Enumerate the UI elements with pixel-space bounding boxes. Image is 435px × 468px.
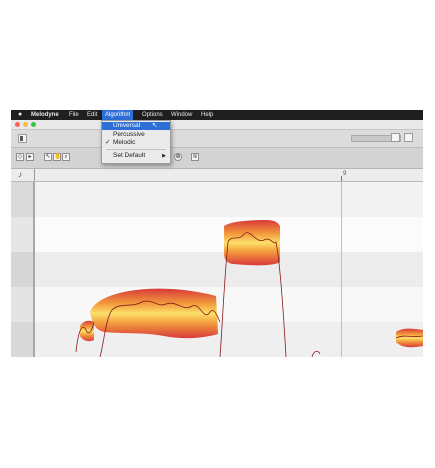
note-blob bbox=[80, 320, 94, 342]
bar-number-label: 9 bbox=[343, 171, 347, 177]
pitch-blobs[interactable] bbox=[34, 182, 423, 357]
menu-options[interactable]: Options bbox=[142, 110, 163, 120]
timeline-ruler[interactable]: ♪ 9 bbox=[11, 169, 423, 182]
menu-item-universal[interactable]: Universal ↖ bbox=[102, 122, 170, 130]
pitch-curve bbox=[311, 350, 321, 357]
algorithm-menu: Universal ↖ Percussive ✓ Melodic Set Def… bbox=[101, 120, 171, 164]
submenu-arrow-icon: ▶ bbox=[162, 153, 166, 159]
pitch-tool-icon[interactable]: ◇ bbox=[16, 153, 24, 161]
pointer-cursor-icon: ↖ bbox=[152, 122, 158, 129]
sidebar-toggle-button[interactable] bbox=[18, 134, 27, 143]
melodyne-window: ● Melodyne File Edit Algorithm Options W… bbox=[11, 110, 423, 357]
menu-item-set-default[interactable]: Set Default ▶ bbox=[102, 152, 170, 160]
menu-bar: ● Melodyne File Edit Algorithm Options W… bbox=[11, 110, 423, 120]
menu-edit[interactable]: Edit bbox=[87, 110, 97, 120]
menu-window[interactable]: Window bbox=[171, 110, 192, 120]
menu-item-melodic[interactable]: ✓ Melodic bbox=[102, 139, 170, 147]
minimize-window-button[interactable] bbox=[23, 122, 28, 127]
note-blob bbox=[90, 288, 218, 339]
menu-help[interactable]: Help bbox=[201, 110, 213, 120]
menu-item-label: Percussive bbox=[113, 131, 145, 138]
note-editor[interactable] bbox=[34, 182, 423, 357]
window-title-bar bbox=[11, 120, 423, 130]
tools-toolbar: ◇ ▸ ↖ ✋ ⌕ ⊕ ≋ bbox=[11, 148, 423, 169]
apple-icon[interactable]: ● bbox=[18, 110, 22, 120]
zoom-window-button[interactable] bbox=[31, 122, 36, 127]
pitch-ruler[interactable] bbox=[11, 182, 34, 357]
note-tool-icon[interactable]: ▸ bbox=[26, 153, 34, 161]
macro-time-icon[interactable]: ≋ bbox=[191, 153, 199, 161]
close-window-button[interactable] bbox=[15, 122, 20, 127]
note-blob bbox=[396, 328, 423, 348]
pointer-tool-icon[interactable]: ↖ bbox=[44, 153, 52, 161]
menu-separator bbox=[106, 149, 166, 150]
macro-pitch-icon[interactable]: ⊕ bbox=[174, 153, 182, 161]
toolbar-box-button[interactable] bbox=[391, 133, 400, 142]
checkmark-icon: ✓ bbox=[105, 139, 111, 146]
menu-item-label: Set Default bbox=[113, 152, 146, 159]
menu-file[interactable]: File bbox=[69, 110, 79, 120]
note-blob bbox=[224, 220, 280, 266]
toolbar-box-button-2[interactable] bbox=[404, 133, 413, 142]
zoom-tool-icon[interactable]: ⌕ bbox=[62, 153, 70, 161]
menu-item-label: Melodic bbox=[113, 139, 136, 146]
hand-tool-icon[interactable]: ✋ bbox=[53, 153, 61, 161]
main-toolbar bbox=[11, 130, 423, 148]
menu-algorithm[interactable]: Algorithm bbox=[102, 110, 134, 120]
menu-melodyne[interactable]: Melodyne bbox=[31, 110, 59, 120]
tuning-fork-icon[interactable]: ♪ bbox=[18, 170, 22, 179]
menu-item-percussive[interactable]: Percussive bbox=[102, 131, 170, 139]
menu-item-label: Universal bbox=[113, 122, 141, 129]
